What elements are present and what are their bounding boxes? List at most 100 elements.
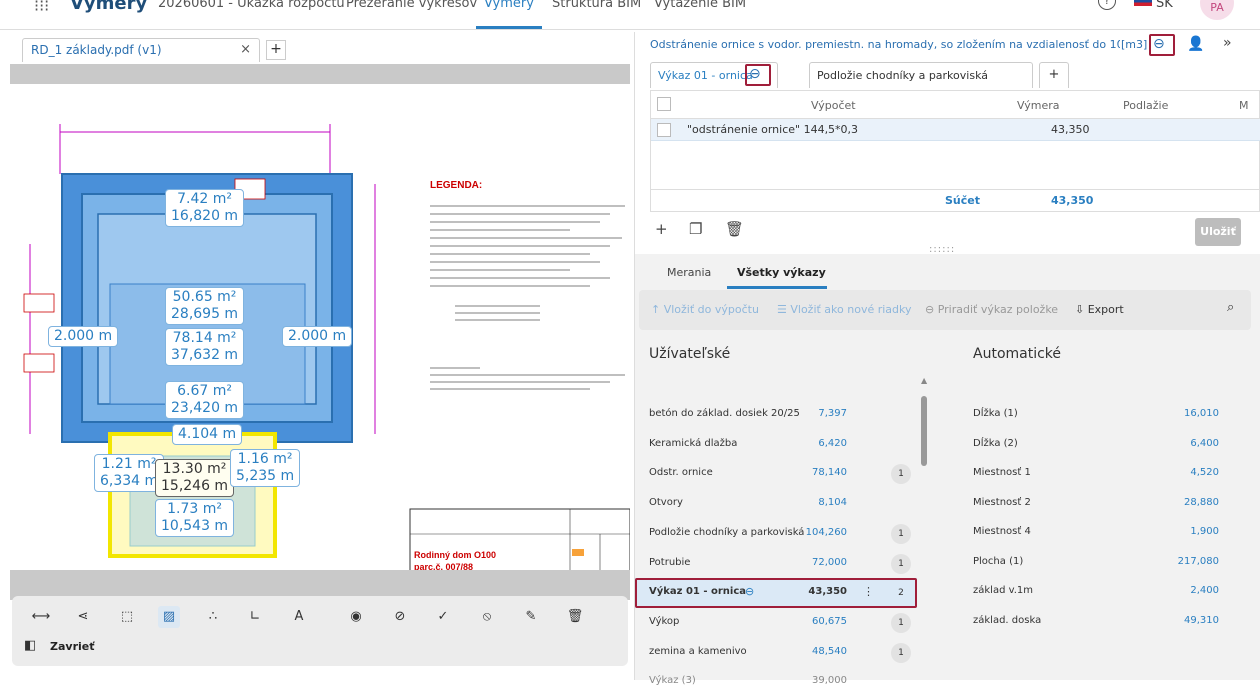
slovak-flag-icon[interactable] [1134, 0, 1152, 6]
auto-report-value: 49,310 [1184, 614, 1219, 626]
points-icon[interactable]: ∴ [202, 606, 224, 628]
copy-icon[interactable]: ❐ [689, 220, 702, 238]
report-row[interactable]: Výkaz (3) 39,000 [635, 667, 917, 697]
report-row[interactable]: Podložie chodníky a parkoviská 104,260 1 [635, 519, 917, 549]
report-row-selected[interactable]: Výkaz 01 - ornica ⊖ ⋮ 43,350 2 [635, 578, 917, 609]
measure-label[interactable]: 2.000 m [282, 326, 353, 347]
auto-report-row[interactable]: Plocha (1) 217,080 [973, 548, 1223, 578]
report-name: Výkop [649, 615, 680, 627]
add-sheet-tab[interactable]: + [1039, 62, 1069, 88]
table-row[interactable]: "odstránenie ornice" 144,5*0,3 43,350 [651, 119, 1260, 141]
auto-report-row[interactable]: základ. doska 49,310 [973, 607, 1223, 637]
close-panel-icon[interactable]: ◧ [24, 638, 36, 653]
auto-report-name: základ v.1m [973, 585, 1034, 596]
measure-label[interactable]: 6.67 m² 23,420 m [165, 381, 245, 419]
scroll-thumb[interactable] [921, 396, 927, 466]
eye-icon[interactable]: ◉ [345, 606, 367, 628]
auto-report-name: Dĺžka (1) [973, 408, 1018, 419]
tab-link-icon[interactable]: ⊖ [749, 66, 761, 82]
close-button[interactable]: Zavrieť [50, 640, 94, 653]
close-tab-icon[interactable]: × [240, 42, 251, 57]
report-row[interactable]: Potrubie 72,000 1 [635, 549, 917, 579]
expand-icon[interactable]: » [1223, 35, 1232, 51]
auto-report-row[interactable]: Miestnosť 1 4,520 [973, 459, 1223, 489]
select-all-checkbox[interactable] [657, 97, 671, 111]
measure-label[interactable]: 1.21 m² 6,334 m [94, 454, 165, 492]
polyline-icon[interactable]: ⋖ [72, 606, 94, 628]
auto-report-row[interactable]: Dĺžka (1) 16,010 [973, 400, 1223, 430]
nav-bim-extraction[interactable]: Vyťaženie BIM [654, 0, 746, 11]
rect-icon[interactable]: ⬚ [116, 606, 138, 628]
report-count-badge: 1 [891, 612, 911, 633]
row-checkbox[interactable] [657, 123, 671, 137]
row-vypocet[interactable]: "odstránenie ornice" 144,5*0,3 [687, 123, 858, 136]
measure-label[interactable]: 78.14 m² 37,632 m [165, 328, 245, 366]
top-bar: ⁝⁝⁝ Výmery 20260601 - Ukážka rozpočtu Pr… [0, 0, 1260, 30]
measure-label-selected[interactable]: 13.30 m² 15,246 m [155, 459, 235, 497]
document-tab[interactable]: RD_1 základy.pdf (v1) × [22, 38, 260, 62]
area-icon[interactable]: ▨ [158, 606, 180, 628]
auto-report-row[interactable]: Miestnosť 4 1,900 [973, 518, 1223, 548]
pen-icon[interactable]: ✎ [520, 606, 542, 628]
delete-icon[interactable]: 🗑 [725, 220, 744, 238]
nav-project[interactable]: 20260601 - Ukážka rozpočtu [158, 0, 345, 11]
measure-label[interactable]: 4.104 m [172, 424, 243, 445]
report-row[interactable]: zemina a kamenivo 48,540 1 [635, 638, 917, 668]
report-row[interactable]: Výkop 60,675 1 [635, 608, 917, 638]
insert-to-calc-button[interactable]: ↑ Vložiť do výpočtu [651, 303, 759, 316]
selected-item-description[interactable]: Odstránenie ornice s vodor. premiestn. n… [650, 38, 1120, 51]
text-icon[interactable]: A [288, 606, 310, 628]
reports-panel: Merania Všetky výkazy ↑ Vložiť do výpočt… [635, 254, 1260, 686]
check-icon[interactable]: ✓ [432, 606, 454, 628]
user-avatar[interactable]: PA [1200, 0, 1234, 20]
report-name: Otvory [649, 497, 683, 509]
measure-label[interactable]: 7.42 m² 16,820 m [165, 189, 245, 227]
report-count-badge: 1 [891, 523, 911, 544]
search-icon[interactable]: ⌕ [1227, 300, 1234, 315]
insert-rows-button[interactable]: ☰ Vložiť ako nové riadky [777, 303, 912, 316]
add-user-icon[interactable]: 👤 [1187, 36, 1204, 52]
assign-report-button[interactable]: ⊖ Priradiť výkaz položke [925, 303, 1058, 316]
report-row[interactable]: betón do základ. dosiek 20/25 7,397 [635, 400, 917, 430]
link-icon[interactable]: ⊖ [1153, 36, 1165, 52]
tab-merania[interactable]: Merania [667, 266, 711, 279]
nav-bim-structure[interactable]: Štruktúra BIM [552, 0, 641, 11]
title-block-highlight [572, 549, 584, 556]
apps-grid-icon[interactable]: ⁝⁝⁝ [34, 0, 49, 15]
cancel-icon[interactable]: ⦸ [476, 606, 498, 628]
list-scrollbar[interactable]: ▲ [921, 376, 927, 676]
measure-label[interactable]: 2.000 m [48, 326, 119, 347]
measure-label[interactable]: 1.16 m² 5,235 m [230, 449, 301, 487]
sum-row: Súčet 43,350 [651, 189, 1260, 211]
nav-quantities[interactable]: Výmery [484, 0, 534, 11]
auto-report-row[interactable]: základ v.1m 2,400 [973, 577, 1223, 607]
add-row-icon[interactable]: + [655, 220, 668, 238]
pdf-drawing-canvas[interactable]: LEGENDA: Rodinný dom O100 parc.č. 007/88… [10, 84, 630, 604]
report-name: Výkaz (3) [649, 675, 696, 687]
language-label[interactable]: SK [1156, 0, 1173, 11]
scroll-up-icon[interactable]: ▲ [921, 376, 927, 385]
nav-drawings[interactable]: Prezeranie výkresov [346, 0, 477, 11]
help-icon[interactable]: ? [1098, 0, 1116, 10]
measure-label[interactable]: 1.73 m² 10,543 m [155, 499, 235, 537]
measure-label[interactable]: 50.65 m² 28,695 m [165, 287, 245, 325]
auto-report-row[interactable]: Miestnosť 2 28,880 [973, 489, 1223, 519]
eye-off-icon[interactable]: ⊘ [389, 606, 411, 628]
report-value: 78,140 [812, 467, 847, 479]
table-header: Výpočet Výmera Podlažie M [651, 91, 1260, 119]
tab-vsetky-vykazy[interactable]: Všetky výkazy [737, 266, 826, 279]
report-row[interactable]: Keramická dlažba 6,420 [635, 430, 917, 460]
add-tab-button[interactable]: + [266, 40, 286, 60]
export-button[interactable]: ⇩ Export [1075, 303, 1124, 316]
legend-lines [430, 205, 625, 390]
save-button[interactable]: Uložiť [1195, 218, 1241, 246]
report-count-badge: 1 [891, 642, 911, 663]
angle-icon[interactable]: ∟ [244, 606, 266, 628]
tab-podlozie[interactable]: Podložie chodníky a parkoviská [809, 62, 1033, 88]
report-row[interactable]: Odstr. ornice 78,140 1 [635, 459, 917, 489]
auto-report-row[interactable]: Dĺžka (2) 6,400 [973, 430, 1223, 460]
ruler-icon[interactable]: ⟷ [30, 606, 52, 628]
report-row[interactable]: Otvory 8,104 [635, 489, 917, 519]
calc-table: Výpočet Výmera Podlažie M "odstránenie o… [650, 90, 1260, 212]
trash-icon[interactable]: 🗑 [564, 606, 586, 628]
